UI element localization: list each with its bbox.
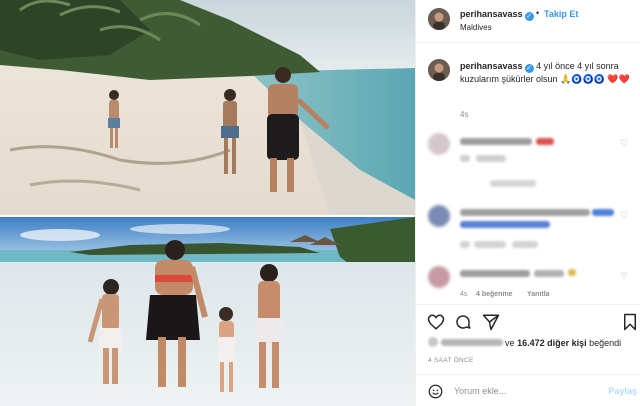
bookmark-icon[interactable]: [621, 313, 639, 331]
likes-prefix: ve: [505, 338, 515, 348]
location-link[interactable]: Maldives: [460, 23, 492, 32]
add-comment-bar: Paylaş: [416, 374, 640, 406]
comment-reply-button[interactable]: Yanıtla: [527, 291, 550, 298]
post-timestamp[interactable]: 4 SAAT ÖNCE: [428, 357, 474, 364]
caption-avatar[interactable]: [428, 59, 450, 81]
share-icon[interactable]: [482, 313, 500, 331]
separator: •: [536, 8, 540, 18]
beach-photo-bottom: [0, 217, 415, 406]
liker-avatar[interactable]: [428, 337, 438, 347]
comment-likes[interactable]: 4 beğenme: [476, 291, 513, 298]
verified-badge-icon: ✓: [524, 12, 534, 21]
caption-time[interactable]: 4s: [460, 110, 468, 119]
heart-icon[interactable]: [427, 313, 445, 331]
beach-photo-top: [0, 0, 415, 217]
comment-like-icon[interactable]: ♡: [620, 139, 629, 148]
post-header: perihansavass ✓ • Takip Et Maldives: [416, 0, 640, 43]
comment-avatar[interactable]: [428, 133, 450, 155]
post-photo[interactable]: [0, 0, 415, 406]
caption-username[interactable]: perihansavass: [460, 61, 523, 71]
likes-suffix: beğendi: [589, 338, 622, 348]
post-comment-button[interactable]: Paylaş: [608, 386, 637, 396]
comment-avatar[interactable]: [428, 205, 450, 227]
post-details-panel: perihansavass ✓ • Takip Et Maldives perih…: [415, 0, 640, 406]
emoji-icon[interactable]: [428, 384, 443, 399]
comment-input[interactable]: [454, 383, 594, 399]
comment-like-icon[interactable]: ♡: [620, 272, 629, 281]
liker-name-blurred: [440, 339, 503, 346]
comment-icon[interactable]: [454, 313, 472, 331]
action-bar: [416, 304, 640, 340]
caption-text: perihansavass ✓ 4 yıl önce 4 yıl sonra ku…: [460, 60, 630, 86]
follow-button[interactable]: Takip Et: [544, 9, 578, 19]
likes-summary: ve 16.472 diğer kişi beğendi: [428, 337, 638, 348]
verified-badge-icon: ✓: [524, 64, 534, 73]
likes-count-link[interactable]: 16.472 diğer kişi: [517, 338, 587, 348]
avatar[interactable]: [428, 8, 450, 30]
comment-like-icon[interactable]: ♡: [620, 211, 629, 220]
comment-avatar[interactable]: [428, 266, 450, 288]
comment-time[interactable]: 4s: [460, 291, 467, 298]
username[interactable]: perihansavass ✓: [460, 9, 534, 21]
